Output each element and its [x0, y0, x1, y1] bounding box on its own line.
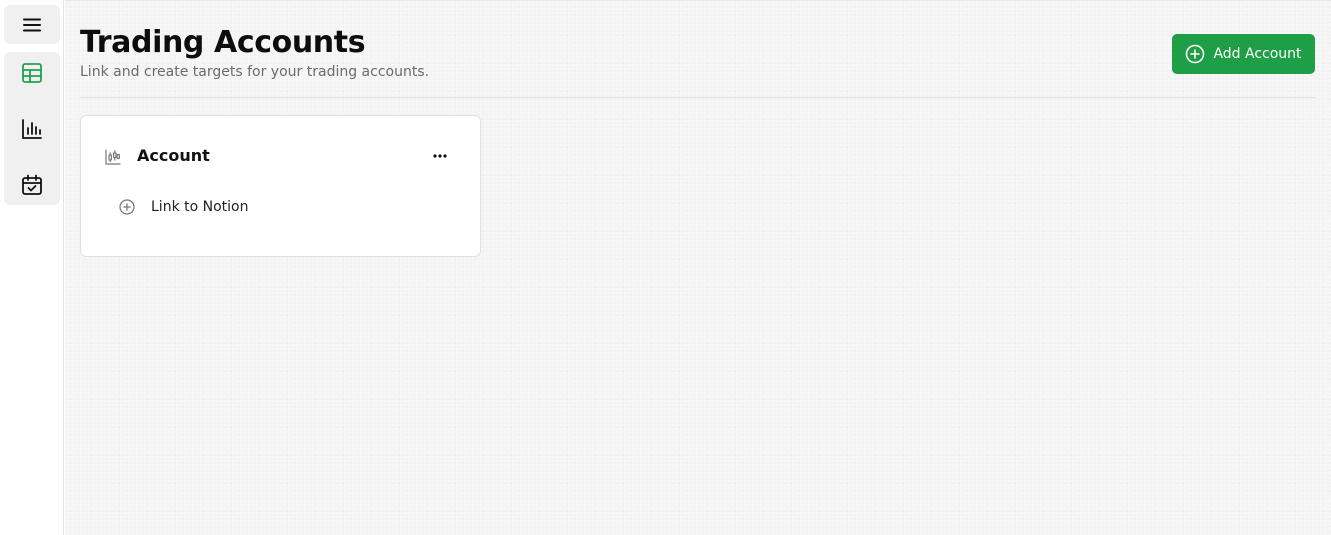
header-divider	[80, 97, 1315, 98]
sidebar-item-accounts[interactable]	[4, 53, 60, 93]
hamburger-icon	[23, 18, 41, 31]
menu-button[interactable]	[4, 5, 60, 44]
link-to-notion-label: Link to Notion	[151, 199, 249, 215]
app: Trading Accounts Link and create targets…	[0, 0, 1331, 535]
plus-circle-icon	[119, 199, 135, 215]
link-to-notion-button[interactable]: Link to Notion	[119, 196, 248, 218]
add-account-label: Add Account	[1213, 46, 1302, 62]
calendar-check-icon	[22, 174, 42, 195]
main-content: Trading Accounts Link and create targets…	[65, 0, 1331, 535]
page-title: Trading Accounts	[80, 25, 366, 60]
card-menu-button[interactable]	[429, 148, 451, 164]
plus-circle-icon	[1186, 44, 1205, 64]
account-card: Account Link to Notion	[80, 115, 481, 257]
card-title: Account	[137, 146, 210, 165]
sidebar-item-calendar[interactable]	[4, 165, 60, 205]
add-account-button[interactable]: Add Account	[1172, 34, 1315, 74]
sidebar-item-analytics[interactable]	[4, 109, 60, 149]
sidebar	[0, 0, 64, 535]
table-icon	[22, 63, 42, 83]
bar-chart-icon	[22, 119, 42, 139]
candlestick-chart-icon	[105, 149, 121, 165]
page-subtitle: Link and create targets for your trading…	[80, 64, 430, 80]
more-horizontal-icon	[433, 154, 447, 158]
sidebar-nav	[4, 52, 60, 205]
